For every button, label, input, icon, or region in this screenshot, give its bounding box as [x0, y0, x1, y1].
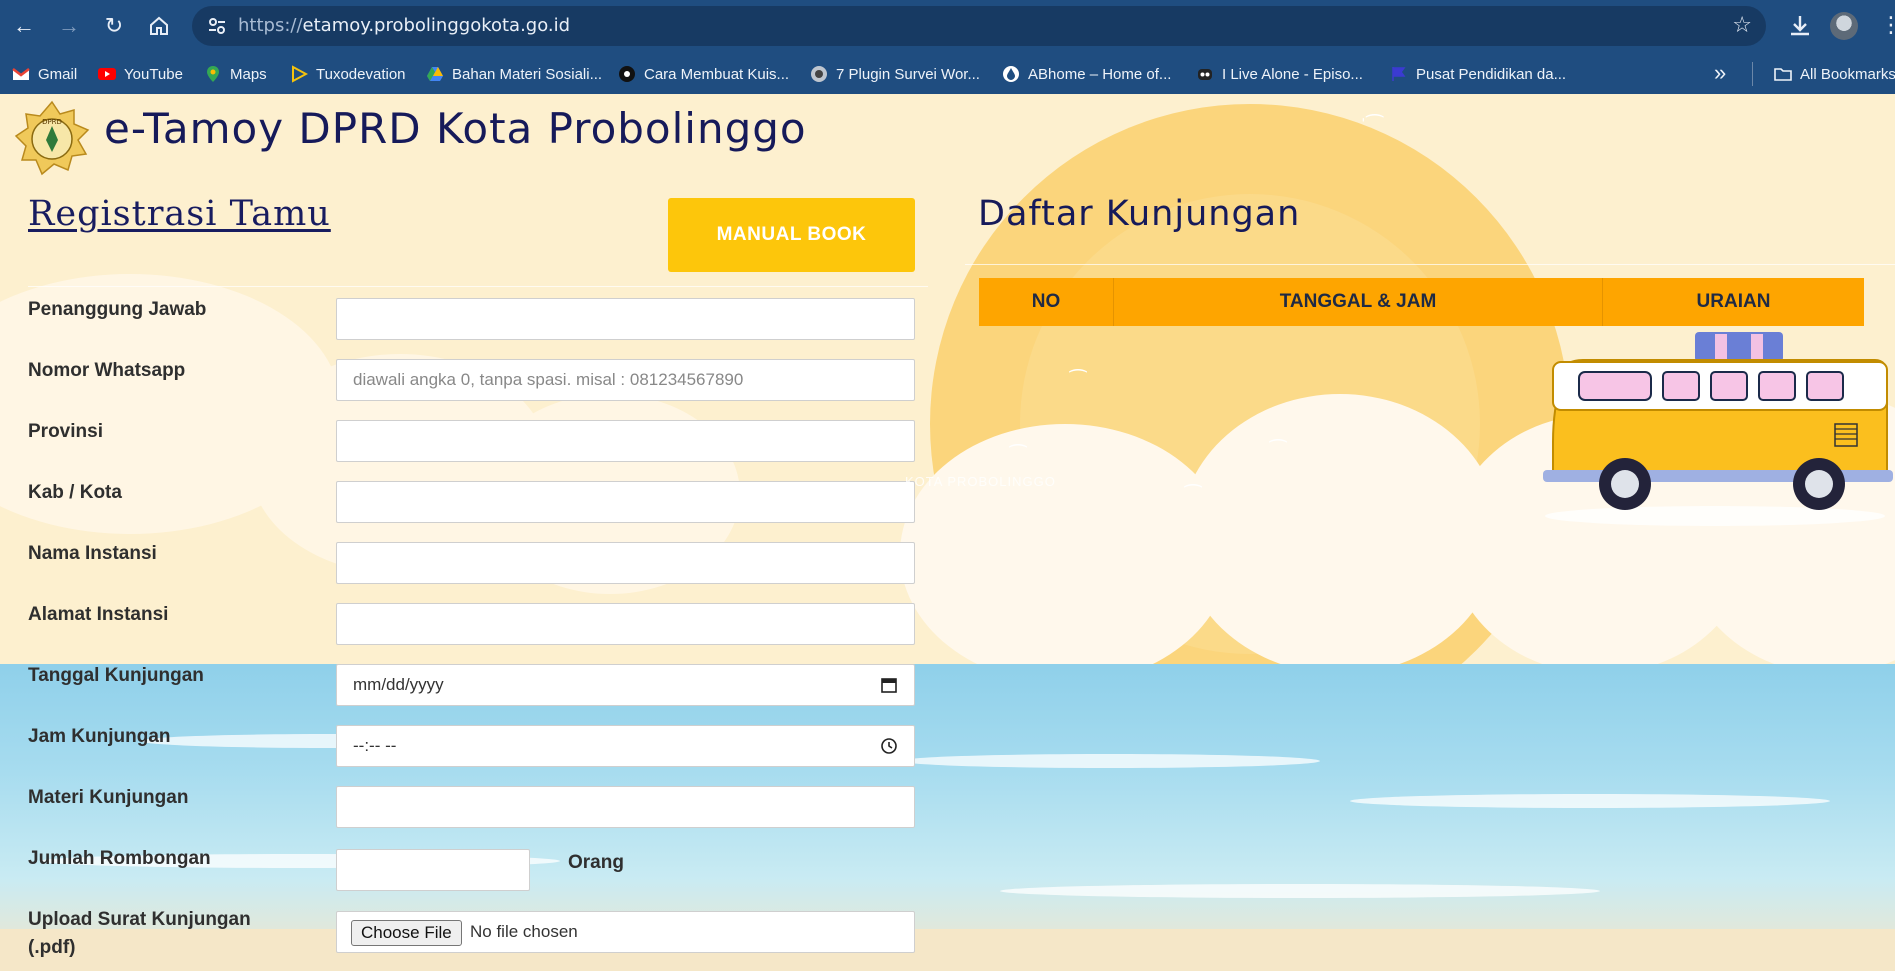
no-file-text: No file chosen [470, 922, 578, 941]
bookmark-tuxodevation[interactable]: Tuxodevation [290, 63, 406, 85]
svg-text:DPRD: DPRD [42, 118, 62, 126]
play-outline-icon [292, 65, 308, 83]
bookmark-gmail[interactable]: Gmail [12, 63, 77, 85]
label-nama-instansi: Nama Instansi [28, 543, 157, 564]
bookmark-7-plugin[interactable]: 7 Plugin Survei Wor... [810, 63, 980, 85]
clock-icon[interactable] [880, 737, 898, 755]
kab-kota-input[interactable] [336, 481, 915, 523]
drive-icon [427, 67, 443, 81]
all-bookmarks[interactable]: All Bookmarks [1774, 63, 1895, 85]
divider [28, 286, 928, 287]
bookmarks-overflow-icon[interactable]: » [1714, 60, 1726, 86]
background-sea [0, 664, 1895, 971]
menu-kebab-icon[interactable]: ⋮ [1880, 12, 1895, 38]
gear-logo-icon [811, 66, 827, 82]
label-upload-surat: Upload Surat Kunjungan (.pdf) [28, 906, 251, 962]
bookmark-bahan-materi[interactable]: Bahan Materi Sosiali... [426, 63, 602, 85]
bookmark-pusat-pendidikan[interactable]: Pusat Pendidikan da... [1390, 63, 1566, 85]
visits-table-header: NO TANGGAL & JAM URAIAN [979, 278, 1864, 326]
background-wave [1350, 794, 1830, 808]
back-arrow-icon[interactable]: ← [10, 12, 38, 40]
bookmark-maps[interactable]: Maps [204, 63, 267, 85]
watermark-text: KOTA PROBOLINGGO [905, 474, 1056, 489]
daftar-kunjungan-title: Daftar Kunjungan [978, 194, 1301, 234]
site-title: e-Tamoy DPRD Kota Probolinggo [104, 104, 807, 153]
profile-avatar[interactable] [1830, 12, 1858, 40]
bookmark-abhome[interactable]: ABhome – Home of... [1002, 63, 1171, 85]
tanggal-placeholder: mm/dd/yyyy [353, 675, 444, 694]
home-icon[interactable] [145, 12, 173, 40]
manual-book-button[interactable]: MANUAL BOOK [668, 198, 915, 272]
label-tanggal-kunjungan: Tanggal Kunjungan [28, 665, 204, 686]
bus-illustration [1543, 332, 1893, 526]
jam-placeholder: --:-- -- [353, 736, 397, 755]
label-penanggung-jawab: Penanggung Jawab [28, 299, 207, 320]
bird-icon: ⁀ [1270, 441, 1287, 463]
bookmarks-bar: Gmail YouTube Maps Tuxodevation Bahan Ma… [0, 52, 1895, 94]
calendar-icon[interactable] [880, 676, 898, 694]
label-nomor-whatsapp: Nomor Whatsapp [28, 360, 186, 381]
jam-kunjungan-input[interactable]: --:-- -- [336, 725, 915, 767]
address-bar[interactable]: https://etamoy.probolinggokota.go.id ☆ [192, 6, 1766, 46]
drop-icon [1003, 66, 1019, 82]
label-jumlah-rombongan: Jumlah Rombongan [28, 848, 211, 869]
label-jam-kunjungan: Jam Kunjungan [28, 726, 171, 747]
bird-icon: ⁀ [1185, 486, 1202, 508]
label-provinsi: Provinsi [28, 421, 103, 442]
upload-file-input[interactable]: Choose File No file chosen [336, 911, 915, 953]
gmail-icon [12, 68, 30, 80]
alamat-instansi-input[interactable] [336, 603, 915, 645]
circle-logo-icon [619, 66, 635, 82]
robot-icon [1198, 69, 1212, 80]
bird-icon: ˈ⁀ [1360, 116, 1383, 138]
upload-label-line2: (.pdf) [28, 937, 76, 958]
nomor-whatsapp-placeholder: diawali angka 0, tanpa spasi. misal : 08… [353, 370, 744, 389]
flag-icon [1392, 67, 1406, 81]
column-uraian[interactable]: URAIAN [1603, 278, 1864, 326]
upload-label-line1: Upload Surat Kunjungan [28, 909, 251, 930]
registration-title[interactable]: Registrasi Tamu [28, 194, 331, 234]
label-materi-kunjungan: Materi Kunjungan [28, 787, 189, 808]
bookmark-i-live-alone[interactable]: I Live Alone - Episo... [1196, 63, 1363, 85]
nama-instansi-input[interactable] [336, 542, 915, 584]
column-no[interactable]: NO [979, 278, 1114, 326]
bookmark-cara-membuat[interactable]: Cara Membuat Kuis... [618, 63, 789, 85]
browser-toolbar: ← → ↻ https://etamoy.probolinggokota.go.… [0, 0, 1895, 52]
choose-file-button[interactable]: Choose File [351, 920, 462, 946]
bird-icon: ⁀ [1010, 446, 1027, 468]
youtube-icon [98, 68, 116, 80]
column-tanggal-jam[interactable]: TANGGAL & JAM [1114, 278, 1603, 326]
dprd-logo: DPRD [14, 100, 90, 176]
orang-label: Orang [568, 852, 624, 873]
background-wave [1000, 884, 1600, 898]
bookmark-star-icon[interactable]: ☆ [1732, 12, 1752, 38]
nomor-whatsapp-input[interactable]: diawali angka 0, tanpa spasi. misal : 08… [336, 359, 915, 401]
jumlah-rombongan-input[interactable] [336, 849, 530, 891]
background-wave [900, 754, 1320, 768]
background-sand [0, 929, 1895, 971]
page-content: ˈ⁀ ⁀ ⁀ ⁀ ⁀ DPRD e-Tamoy DPRD Kota Probol… [0, 94, 1895, 971]
label-kab-kota: Kab / Kota [28, 482, 122, 503]
tanggal-kunjungan-input[interactable]: mm/dd/yyyy [336, 664, 915, 706]
download-icon[interactable] [1786, 12, 1814, 40]
reload-icon[interactable]: ↻ [100, 12, 128, 40]
forward-arrow-icon[interactable]: → [55, 12, 83, 40]
penanggung-jawab-input[interactable] [336, 298, 915, 340]
bookmarks-divider [1752, 62, 1753, 86]
provinsi-input[interactable] [336, 420, 915, 462]
background-cloud [900, 424, 1230, 684]
maps-icon [207, 66, 219, 82]
site-settings-icon[interactable] [206, 15, 228, 37]
bookmark-youtube[interactable]: YouTube [98, 63, 183, 85]
label-alamat-instansi: Alamat Instansi [28, 604, 169, 625]
url-text: https://etamoy.probolinggokota.go.id [238, 15, 571, 36]
folder-icon [1774, 68, 1792, 81]
divider [965, 264, 1895, 265]
materi-kunjungan-input[interactable] [336, 786, 915, 828]
bird-icon: ⁀ [1070, 371, 1087, 393]
